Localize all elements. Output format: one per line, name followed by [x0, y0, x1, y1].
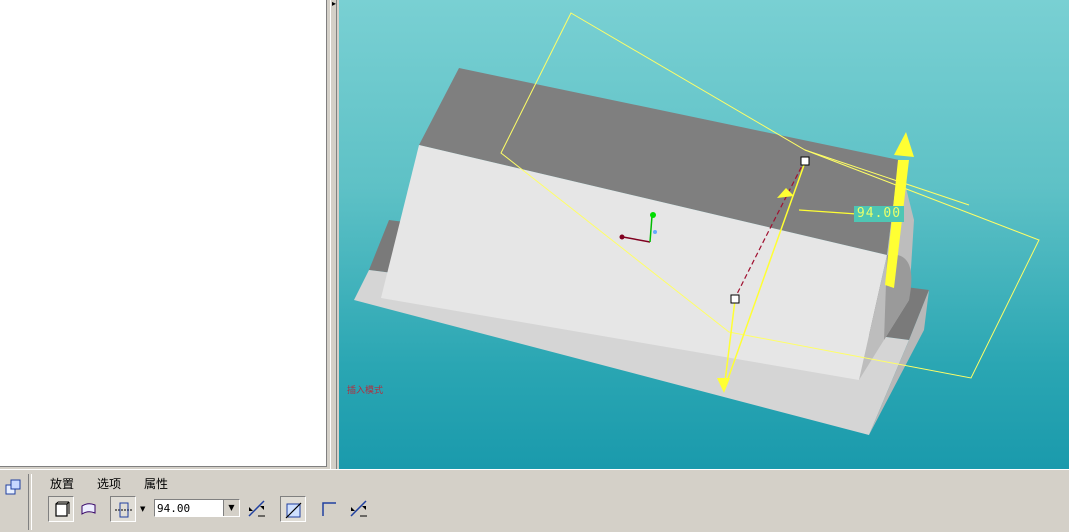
solid-icon	[55, 501, 70, 517]
feature-dashboard: 放置 选项 属性 ▼ ▼	[0, 469, 1069, 532]
graphics-viewport[interactable]: 94.00 插入模式	[339, 0, 1069, 469]
flip-direction-button[interactable]	[244, 496, 270, 522]
tab-properties[interactable]: 属性	[144, 475, 168, 492]
remove-material-icon	[285, 502, 302, 519]
triad-z-dot	[653, 230, 657, 234]
triad-y-dot	[650, 212, 656, 218]
depth-value-combo[interactable]: ▼	[154, 499, 240, 517]
model-tree-panel[interactable]	[0, 0, 327, 467]
splitter-handle[interactable]	[330, 0, 337, 470]
depth-option-icon	[115, 502, 133, 518]
remove-material-button[interactable]	[280, 496, 306, 522]
dashboard-separator	[28, 474, 32, 530]
panel-splitter[interactable]: ▸	[327, 0, 339, 470]
thicken-sketch-icon	[322, 502, 336, 516]
tab-placement[interactable]: 放置	[50, 475, 74, 492]
splitter-arrow-icon[interactable]: ▸	[332, 0, 336, 8]
triad-x-dot	[619, 234, 625, 240]
flip-side-button[interactable]	[346, 496, 372, 522]
depth-option-dropdown[interactable]: ▼	[140, 500, 150, 518]
depth-arrow-head[interactable]	[894, 132, 914, 157]
chevron-down-icon[interactable]: ▼	[223, 500, 239, 516]
depth-option-button[interactable]	[110, 496, 136, 522]
surface-icon	[81, 503, 96, 515]
model-canvas[interactable]	[339, 0, 1069, 469]
flip-direction-icon	[248, 500, 265, 517]
drag-handle-top[interactable]	[800, 156, 810, 166]
feature-icon	[4, 477, 24, 497]
depth-value-input[interactable]	[157, 501, 223, 515]
drag-handle-bottom[interactable]	[730, 294, 740, 304]
dimension-value-label[interactable]: 94.00	[854, 206, 904, 222]
solid-button[interactable]	[48, 496, 74, 522]
surface-button[interactable]	[76, 496, 102, 522]
insert-mode-label: 插入模式	[347, 386, 384, 396]
thicken-sketch-button[interactable]	[316, 496, 342, 522]
flip-side-icon	[350, 500, 367, 517]
tab-options[interactable]: 选项	[97, 475, 121, 492]
